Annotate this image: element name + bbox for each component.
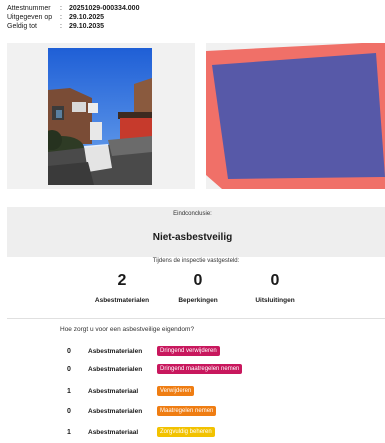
action-material: Asbestmaterialen [88,347,143,355]
action-badge: Verwijderen [157,386,195,396]
roof-plan-frame [206,43,385,189]
action-badge: Dringend verwijderen [157,346,220,356]
action-badge: Dringend maatregelen nemen [157,364,243,374]
certificate-info: Attestnummer : 20251029-000334.000 Uitge… [7,4,139,31]
issue-date: 29.10.2025 [69,14,105,21]
action-count: 0 [67,347,71,355]
certificate-number-row: Attestnummer : 20251029-000334.000 [7,4,139,13]
stat-value: 0 [193,272,203,289]
issue-date-row: Uitgegeven op : 29.10.2025 [7,13,139,22]
house-photo-frame [7,43,195,189]
stat-asbestos-materials: 2 Asbestmaterialen [82,272,162,304]
action-count: 1 [67,387,71,395]
certificate-number: 20251029-000334.000 [69,5,140,12]
stat-label: Uitsluitingen [255,297,295,304]
conclusion-value: Niet-asbestveilig [152,232,233,243]
house-photo-image [48,48,152,185]
house-photo [48,48,152,185]
action-count: 0 [67,365,71,373]
action-material: Asbestmaterialen [88,407,143,415]
stat-value: 2 [117,272,127,289]
roof-plan-diagram [206,43,385,189]
action-count: 1 [67,428,71,436]
actions-question: Hoe zorgt u voor een asbestveilige eigen… [60,326,195,333]
meta-separator: : [60,14,62,21]
meta-separator: : [60,5,62,12]
action-material: Asbestmaterialen [88,365,143,373]
stat-exclusions: 0 Uitsluitingen [235,272,315,304]
inspection-label: Tijdens de inspectie vastgesteld: [152,258,240,264]
stat-value: 0 [270,272,280,289]
action-material: Asbestmateriaal [88,387,139,395]
meta-label: Attestnummer [7,5,51,12]
meta-separator: : [60,23,62,30]
action-badge: Zorgvuldig beheren [157,427,215,437]
stat-restrictions: 0 Beperkingen [158,272,238,304]
meta-label: Uitgegeven op [7,14,53,21]
stat-label: Asbestmaterialen [94,297,150,304]
conclusion-label: Eindconclusie: [173,211,212,217]
stat-label: Beperkingen [178,297,218,304]
action-count: 0 [67,407,71,415]
action-badge: Maatregelen nemen [157,406,217,416]
valid-until-date: 29.10.2035 [69,23,105,30]
meta-label: Geldig tot [7,23,37,30]
roof-inner-area [212,53,385,179]
action-material: Asbestmateriaal [88,428,139,436]
section-divider [7,318,385,319]
valid-until-row: Geldig tot : 29.10.2035 [7,22,139,31]
